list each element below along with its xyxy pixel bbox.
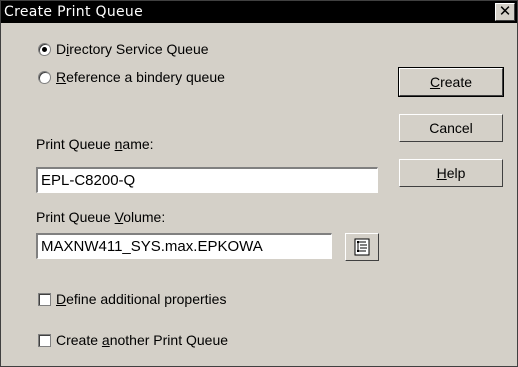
help-button[interactable]: Help	[399, 159, 503, 187]
print-queue-volume-input[interactable]: MAXNW411_SYS.max.EPKOWA	[36, 233, 332, 259]
browse-volume-button[interactable]	[345, 233, 379, 261]
checkbox-label-create-another: Create another Print Queue	[56, 332, 229, 348]
radio-label-directory-service: Directory Service Queue	[56, 41, 209, 57]
checkbox-define-additional-properties[interactable]: Define additional properties	[38, 289, 226, 309]
close-icon: ✕	[498, 2, 512, 20]
print-queue-name-input[interactable]: EPL-C8200-Q	[36, 167, 378, 193]
checkbox-box[interactable]	[38, 292, 51, 306]
create-button[interactable]: Create	[398, 67, 504, 97]
radio-label-bindery: Reference a bindery queue	[56, 69, 225, 85]
close-button[interactable]: ✕	[495, 3, 515, 21]
print-queue-volume-label: Print Queue Volume:	[36, 209, 166, 225]
radio-button-unselected[interactable]	[38, 70, 51, 84]
checkbox-create-another-print-queue[interactable]: Create another Print Queue	[38, 330, 228, 350]
cancel-button[interactable]: Cancel	[399, 114, 503, 142]
dialog-title: Create Print Queue	[4, 4, 144, 20]
title-bar: Create Print Queue ✕	[1, 1, 517, 23]
checkbox-label-define-additional: Define additional properties	[56, 291, 227, 307]
tree-browse-icon	[354, 238, 370, 256]
radio-button-selected[interactable]	[38, 42, 51, 56]
create-print-queue-dialog: Create Print Queue ✕ Directory Service Q…	[0, 0, 518, 367]
print-queue-name-label: Print Queue name:	[36, 136, 154, 152]
radio-reference-bindery-queue[interactable]: Reference a bindery queue	[38, 67, 225, 87]
radio-directory-service-queue[interactable]: Directory Service Queue	[38, 39, 209, 59]
checkbox-box[interactable]	[38, 333, 51, 347]
